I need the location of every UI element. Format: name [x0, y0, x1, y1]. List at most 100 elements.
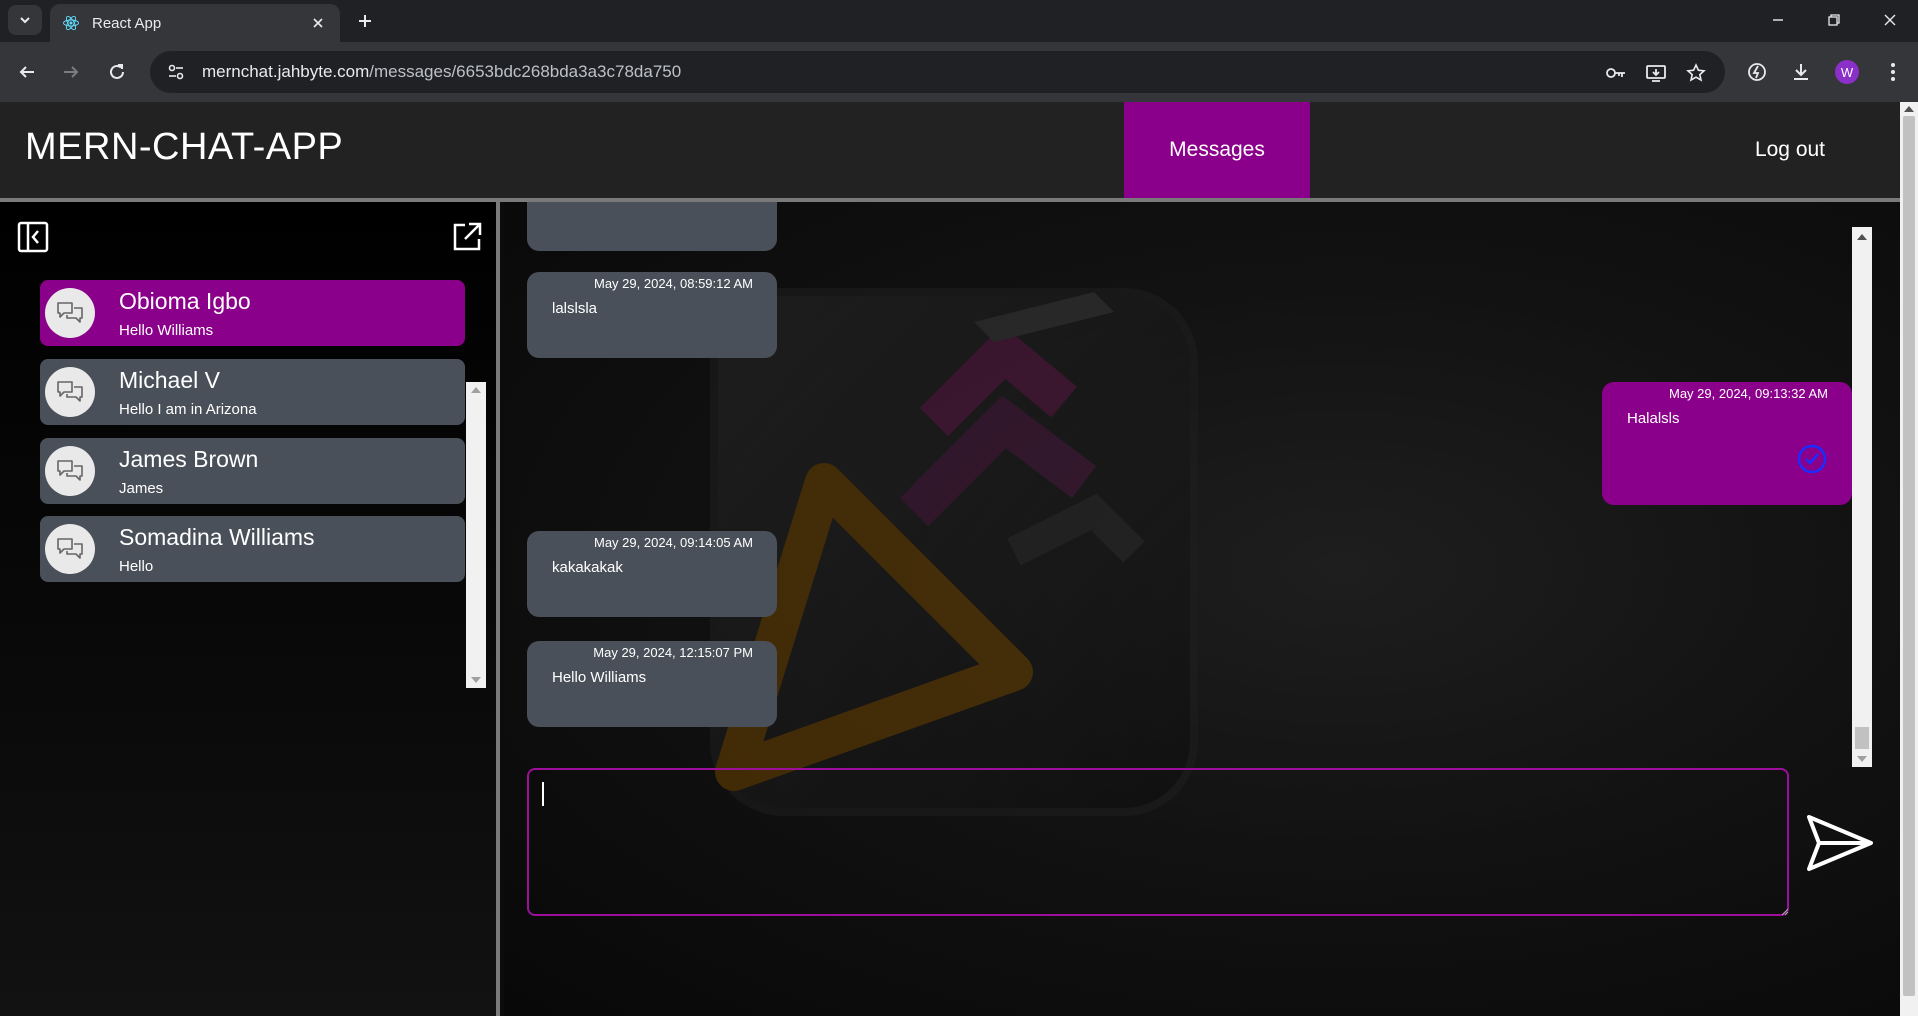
profile-avatar: W	[1835, 60, 1859, 84]
conversation-last-message: James	[119, 480, 164, 497]
install-app-button[interactable]	[1642, 59, 1670, 87]
close-window-button[interactable]	[1868, 6, 1912, 34]
scroll-up-arrow-icon[interactable]	[1904, 106, 1914, 112]
site-info-button[interactable]	[156, 56, 196, 88]
chevron-down-icon	[20, 17, 30, 24]
restore-icon	[1828, 14, 1840, 26]
message-text: kakakakak	[552, 559, 623, 576]
chat-bubbles-icon	[57, 460, 83, 481]
reload-button[interactable]	[102, 57, 132, 87]
conversation-name: Obioma Igbo	[119, 288, 251, 314]
plus-icon	[359, 15, 371, 27]
message-list-scrollbar[interactable]	[1852, 227, 1872, 767]
conversation-name: James Brown	[119, 446, 259, 472]
bookmark-button[interactable]	[1682, 59, 1710, 87]
page: MERN-CHAT-APP Messages Log out Obioma Ig…	[0, 102, 1900, 1016]
scroll-up-arrow-icon[interactable]	[471, 387, 481, 393]
conversation-item[interactable]: Obioma Igbo Hello Williams	[40, 280, 465, 346]
url-text: mernchat.jahbyte.com/messages/6653bdc268…	[202, 62, 681, 82]
message-timestamp: May 29, 2024, 08:59:12 AM	[594, 276, 753, 291]
url-path: /messages/6653bdc268bda3a3c78da750	[369, 62, 682, 81]
url-host: mernchat.jahbyte.com	[202, 62, 370, 81]
close-icon	[1884, 14, 1896, 26]
chat-bubbles-icon	[57, 538, 83, 559]
nav-logout-link[interactable]: Log out	[1730, 102, 1850, 198]
message-timestamp: May 29, 2024, 12:15:07 PM	[593, 645, 753, 660]
menu-button[interactable]	[1878, 57, 1908, 87]
conversation-list-scrollbar[interactable]	[466, 382, 486, 688]
chat-bubbles-icon	[57, 381, 83, 402]
chat-bubbles-icon	[57, 302, 83, 323]
page-scrollbar[interactable]	[1900, 102, 1918, 1016]
arrow-right-icon	[64, 66, 79, 78]
browser-toolbar: mernchat.jahbyte.com/messages/6653bdc268…	[0, 42, 1918, 102]
performance-button[interactable]	[1742, 57, 1772, 87]
conversation-list: Obioma Igbo Hello Williams Michael V Hel…	[40, 280, 465, 582]
app-brand[interactable]: MERN-CHAT-APP	[25, 126, 343, 169]
conversation-name: Michael V	[119, 367, 220, 393]
message-input[interactable]	[527, 768, 1789, 916]
resize-grip-icon[interactable]	[1781, 908, 1789, 916]
conversation-avatar	[45, 446, 95, 496]
tab-title: React App	[92, 14, 162, 32]
scroll-up-arrow-icon[interactable]	[1857, 234, 1867, 240]
minimize-icon	[1773, 19, 1783, 21]
conversation-avatar	[45, 367, 95, 417]
collapse-panel-icon	[17, 221, 49, 253]
tab-search-button[interactable]	[8, 5, 42, 35]
downloads-button[interactable]	[1786, 57, 1816, 87]
message-list: May 29, 2024, 08:59:12 AM lalslsla May 2…	[504, 202, 1864, 862]
arrow-left-icon	[19, 66, 34, 78]
conversation-item[interactable]: Somadina Williams Hello	[40, 516, 465, 582]
install-icon	[1646, 65, 1666, 82]
scroll-down-arrow-icon[interactable]	[471, 677, 481, 683]
close-icon	[313, 18, 323, 28]
message-bubble	[527, 202, 777, 251]
message-timestamp: May 29, 2024, 09:13:32 AM	[1669, 386, 1828, 401]
read-check-icon	[1797, 444, 1827, 474]
restore-button[interactable]	[1812, 6, 1856, 34]
reload-icon	[110, 64, 124, 79]
send-icon	[1807, 815, 1873, 871]
conversation-last-message: Hello I am in Arizona	[119, 401, 257, 418]
message-text: Hello Williams	[552, 669, 647, 686]
message-bubble: May 29, 2024, 12:15:07 PM Hello Williams	[527, 641, 777, 727]
speed-icon	[1748, 63, 1766, 81]
back-button[interactable]	[12, 57, 42, 87]
nav-messages-link[interactable]: Messages	[1124, 102, 1310, 198]
key-icon	[1606, 68, 1625, 78]
conversation-avatar	[45, 524, 95, 574]
conversation-item[interactable]: James Brown James	[40, 438, 465, 504]
conversation-last-message: Hello Williams	[119, 322, 214, 339]
new-tab-button[interactable]	[352, 8, 378, 34]
message-bubble: May 29, 2024, 08:59:12 AM lalslsla	[527, 272, 777, 358]
scroll-down-arrow-icon[interactable]	[1857, 756, 1867, 762]
conversation-last-message: Hello	[119, 558, 154, 575]
conversation-sidebar: Obioma Igbo Hello Williams Michael V Hel…	[0, 202, 500, 1016]
collapse-sidebar-button[interactable]	[16, 220, 50, 254]
message-bubble: May 29, 2024, 09:14:05 AM kakakakak	[527, 531, 777, 617]
address-bar[interactable]: mernchat.jahbyte.com/messages/6653bdc268…	[150, 51, 1725, 93]
message-bubble-own: May 29, 2024, 09:13:32 AM Halalsls	[1602, 382, 1852, 505]
react-icon	[63, 15, 79, 31]
chat-panel: May 29, 2024, 08:59:12 AM lalslsla May 2…	[504, 202, 1900, 1016]
scroll-thumb[interactable]	[1855, 727, 1869, 749]
message-timestamp: May 29, 2024, 09:14:05 AM	[594, 535, 753, 550]
password-key-button[interactable]	[1602, 59, 1630, 87]
message-text: lalslsla	[552, 300, 598, 317]
forward-button[interactable]	[56, 57, 86, 87]
star-icon	[1686, 63, 1706, 82]
minimize-button[interactable]	[1756, 6, 1800, 34]
text-caret	[542, 782, 544, 806]
new-chat-button[interactable]	[450, 220, 484, 254]
profile-button[interactable]: W	[1832, 57, 1862, 87]
tune-icon	[168, 64, 184, 80]
more-vertical-icon	[1891, 63, 1895, 81]
page-scroll-thumb[interactable]	[1903, 116, 1915, 996]
send-button[interactable]	[1804, 812, 1876, 874]
browser-tab[interactable]: React App	[50, 4, 340, 42]
conversation-name: Somadina Williams	[119, 524, 315, 550]
download-icon	[1794, 64, 1808, 80]
conversation-item[interactable]: Michael V Hello I am in Arizona	[40, 359, 465, 425]
tab-close-button[interactable]	[308, 13, 328, 33]
